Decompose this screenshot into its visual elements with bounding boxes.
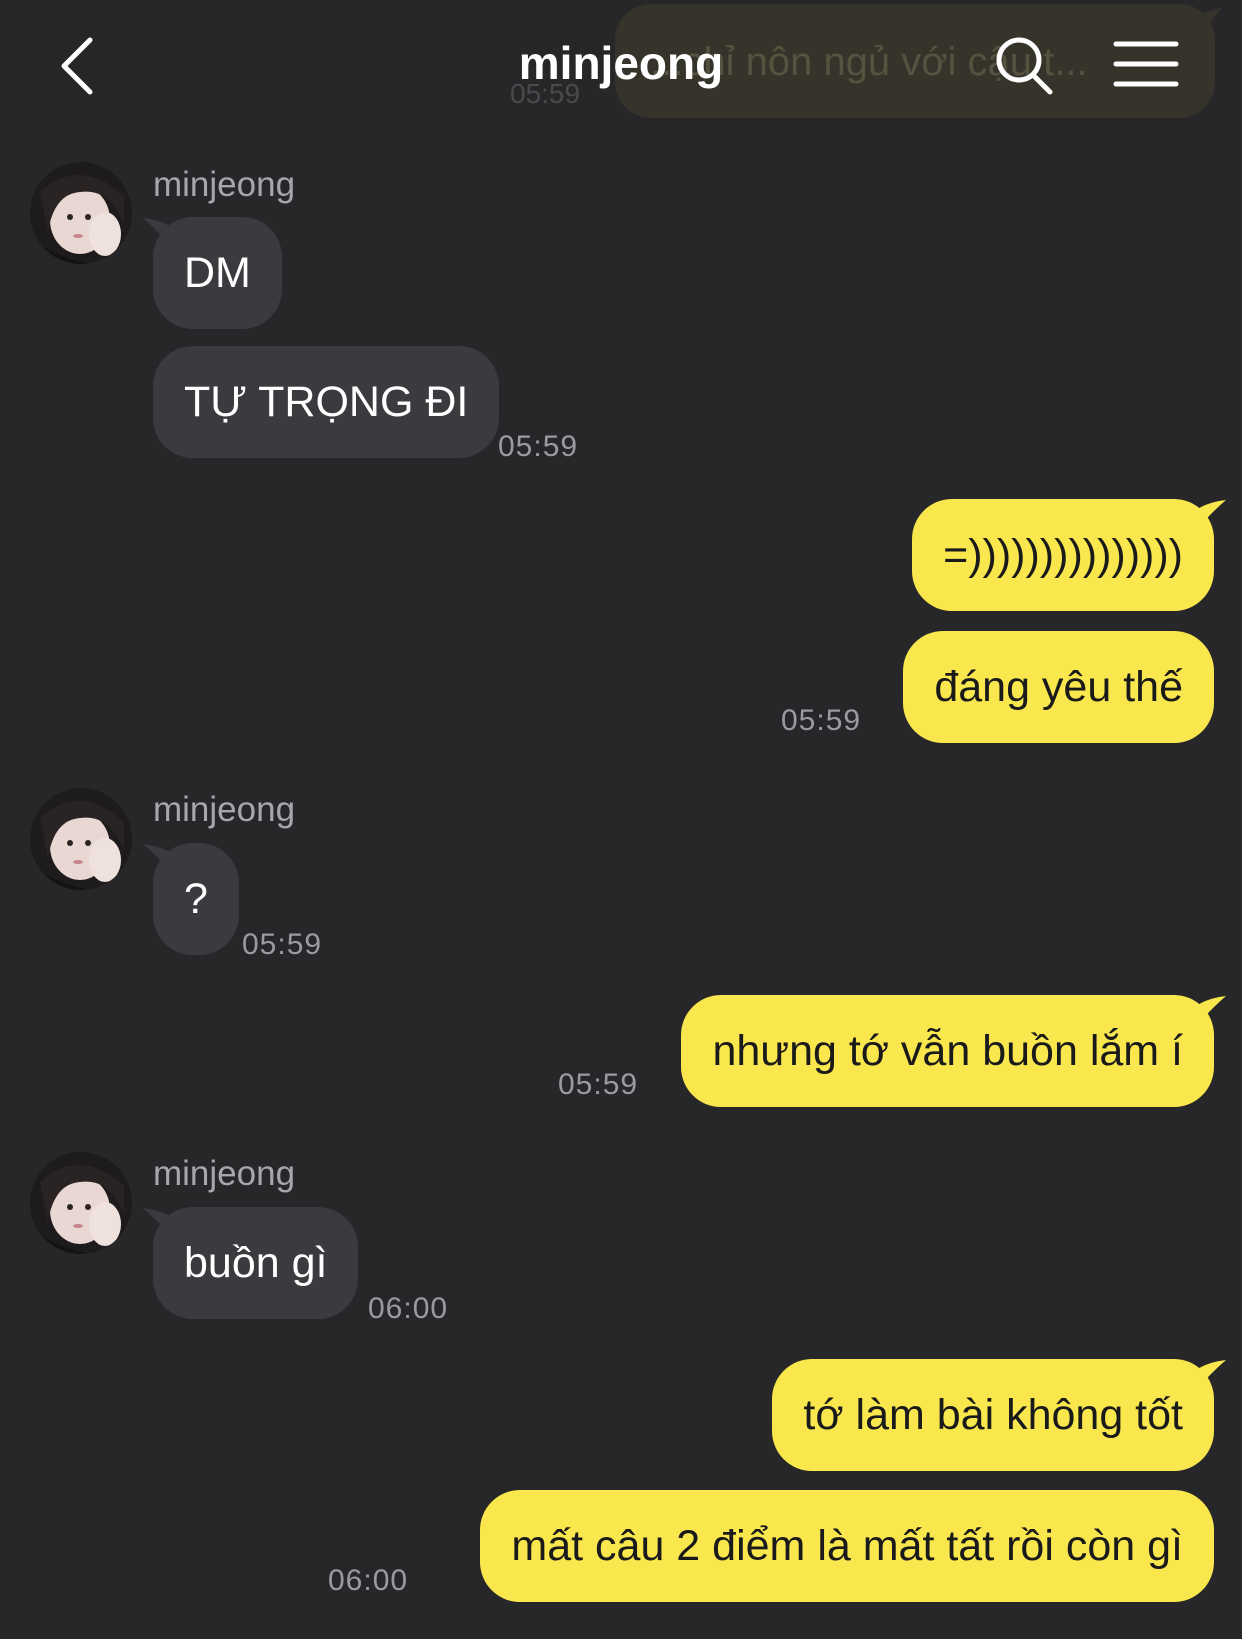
message-bubble[interactable]: ? xyxy=(153,843,239,955)
avatar-photo xyxy=(30,1152,132,1254)
message-bubble[interactable]: DM xyxy=(153,217,282,329)
message-time: 05:59 xyxy=(242,928,323,961)
sender-name: minjeong xyxy=(153,165,296,204)
avatar[interactable] xyxy=(30,788,132,890)
chat-header: minjeong xyxy=(0,0,1242,130)
message-bubble[interactable]: TỰ TRỌNG ĐI xyxy=(153,346,500,458)
message-bubble[interactable]: mất câu 2 điểm là mất tất rồi còn gì xyxy=(480,1490,1214,1602)
message-time: 05:59 xyxy=(498,430,579,463)
avatar-photo xyxy=(30,788,132,890)
message-time: 05:59 xyxy=(781,704,862,737)
avatar[interactable] xyxy=(30,162,132,264)
search-button[interactable] xyxy=(990,30,1060,100)
message-bubble[interactable]: buồn gì xyxy=(153,1207,359,1319)
hamburger-menu-icon xyxy=(1113,41,1179,87)
message-bubble[interactable]: nhưng tớ vẫn buồn lắm í xyxy=(681,995,1214,1107)
avatar-photo xyxy=(30,162,132,264)
message-time: 05:59 xyxy=(558,1068,639,1101)
message-bubble[interactable]: đáng yêu thế xyxy=(903,631,1214,743)
message-bubble[interactable]: tớ làm bài không tốt xyxy=(772,1359,1214,1471)
message-time: 06:00 xyxy=(368,1292,449,1325)
chat-screen: ...chỉ nôn ngủ với cậu t... 05:59 minjeo… xyxy=(0,0,1242,1639)
sender-name: minjeong xyxy=(153,1154,296,1193)
message-bubble[interactable]: =))))))))))))))) xyxy=(912,499,1214,611)
avatar[interactable] xyxy=(30,1152,132,1254)
sender-name: minjeong xyxy=(153,790,296,829)
search-icon xyxy=(996,37,1053,95)
message-time: 06:00 xyxy=(328,1564,409,1597)
menu-button[interactable] xyxy=(1110,34,1180,94)
